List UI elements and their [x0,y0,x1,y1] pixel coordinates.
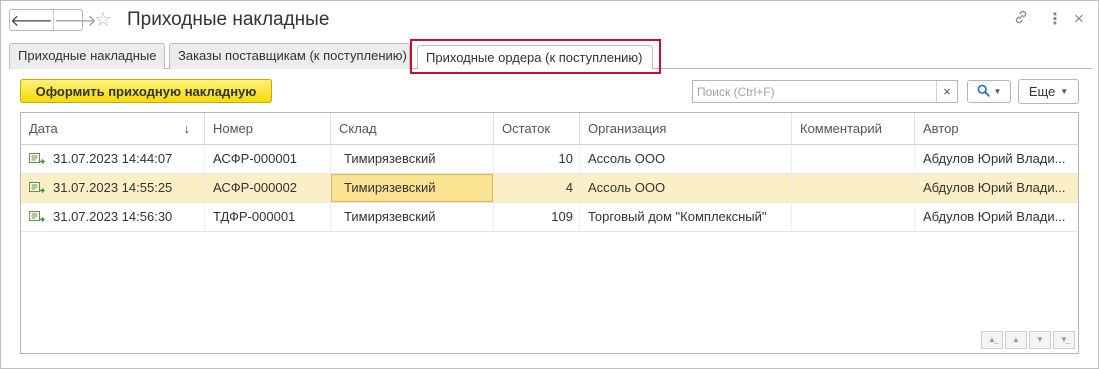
window: 🡐 🡒 ☆ Приходные накладные ⋮ × Приходные … [0,0,1099,369]
clear-search-button[interactable]: × [936,81,957,102]
table-row[interactable]: 31.07.2023 14:44:07 АСФР-000001 Тимирязе… [21,145,1078,174]
scroll-up-button[interactable]: ▲ [1005,331,1027,349]
scroll-to-bottom-button[interactable]: ▼̲ [1053,331,1075,349]
back-button[interactable]: 🡐 [10,10,53,30]
table-row[interactable]: 31.07.2023 14:56:30 ТДФР-000001 Тимирязе… [21,203,1078,232]
table-header: Дата ↓ Номер Склад Остаток Организация К… [21,113,1078,145]
scroll-to-top-button[interactable]: ▲̲ [981,331,1003,349]
arrow-right-icon: 🡒 [53,12,97,30]
more-button[interactable]: Еще ▼ [1018,79,1079,104]
cell-author: Абдулов Юрий Влади... [923,180,1066,195]
tab-incoming-invoices[interactable]: Приходные накладные [9,43,165,69]
more-vertical-icon[interactable]: ⋮ [1047,9,1063,29]
cell-warehouse: Тимирязевский [331,145,494,173]
close-icon[interactable]: × [1074,9,1084,29]
document-status-icon [29,153,45,164]
tab-supplier-orders[interactable]: Заказы поставщикам (к поступлению) [169,43,410,69]
cell-number: АСФР-000002 [205,174,331,202]
cell-number: АСФР-000001 [205,145,331,173]
scroll-up-icon: ▲ [1012,335,1020,344]
cell-date: 31.07.2023 14:44:07 [21,145,205,173]
sort-arrow-icon: ↓ [183,121,191,136]
tab-incoming-orders[interactable]: Приходные ордера (к поступлению) [417,45,653,69]
cell-warehouse[interactable]: Тимирязевский [331,174,493,202]
cell-author: Абдулов Юрий Влади... [923,151,1066,166]
table-row[interactable]: 31.07.2023 14:55:25 АСФР-000002 Тимирязе… [21,174,1078,203]
cell-remainder: 10 [494,145,580,173]
page-title: Приходные накладные [127,9,330,30]
scroll-first-icon: ▲̲ [988,335,996,344]
column-header-date[interactable]: Дата ↓ [21,113,205,145]
search-input[interactable] [693,81,936,102]
search-options-button[interactable]: ▼ [967,80,1011,103]
column-header-comment[interactable]: Комментарий [792,113,915,145]
scroll-down-icon: ▼ [1036,335,1044,344]
forward-button[interactable]: 🡒 [52,10,97,30]
search-icon [977,84,990,100]
cell-organization: Ассоль ООО [580,174,792,202]
cell-number: ТДФР-000001 [205,203,331,231]
cell-comment [792,203,915,231]
search-box: × [692,80,958,103]
scroll-down-button[interactable]: ▼ [1029,331,1051,349]
cell-date: 31.07.2023 14:55:25 [21,174,205,202]
more-button-label: Еще [1028,84,1056,99]
table-scroll-controls: ▲̲ ▲ ▼ ▼̲ [981,331,1075,349]
document-status-icon [29,211,45,222]
arrow-left-icon: 🡐 [10,12,53,30]
column-header-number[interactable]: Номер [205,113,331,145]
column-header-organization[interactable]: Организация [580,113,792,145]
document-status-icon [29,182,45,193]
cell-comment [792,145,915,173]
documents-table: Дата ↓ Номер Склад Остаток Организация К… [20,112,1079,354]
cell-organization: Ассоль ООО [580,145,792,173]
column-header-author[interactable]: Автор [915,113,1078,145]
link-icon[interactable] [1013,9,1029,30]
cell-remainder: 109 [494,203,580,231]
create-invoice-button[interactable]: Оформить приходную накладную [20,79,272,103]
cell-organization: Торговый дом "Комплексный" [580,203,792,231]
cell-warehouse: Тимирязевский [331,203,494,231]
cell-comment [792,174,915,202]
chevron-down-icon: ▼ [1060,87,1069,96]
cell-remainder: 4 [494,174,580,202]
cell-date: 31.07.2023 14:56:30 [21,203,205,231]
chevron-down-icon: ▼ [993,87,1002,96]
scroll-last-icon: ▼̲ [1060,335,1068,344]
cell-author: Абдулов Юрий Влади... [923,209,1066,224]
navigation-buttons: 🡐 🡒 [9,9,97,31]
column-header-warehouse[interactable]: Склад [331,113,494,145]
column-header-remainder[interactable]: Остаток [494,113,580,145]
star-icon[interactable]: ☆ [94,7,112,32]
